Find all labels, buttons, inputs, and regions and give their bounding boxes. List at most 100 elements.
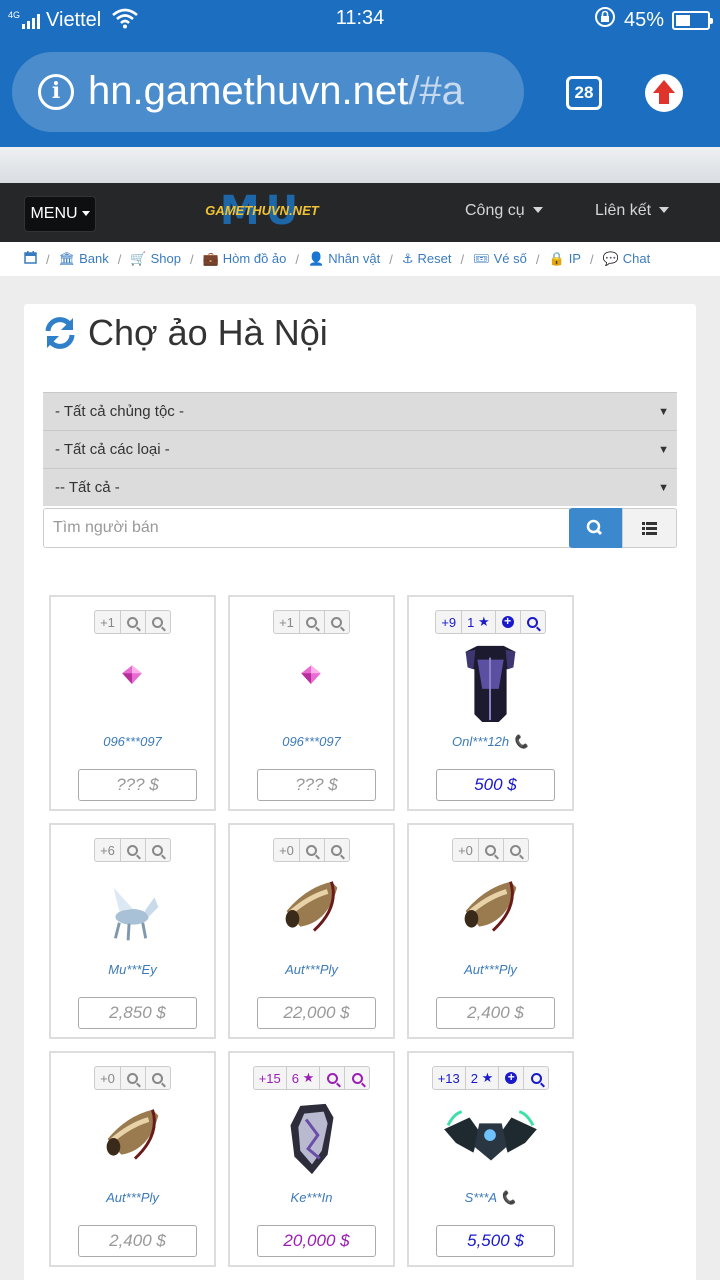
star-count: 1 <box>467 614 475 630</box>
item-card[interactable]: +13 2 ★ S***A 📞 5,500 $ <box>407 1051 574 1267</box>
zoom-in-icon[interactable] <box>519 610 546 634</box>
seller-name[interactable]: 096***097 <box>51 734 214 749</box>
breadcrumb-lottery[interactable]: 🎟 Vé số <box>473 251 527 267</box>
tab-switcher-button[interactable]: 28 <box>566 76 602 110</box>
page-title: Chợ ảo Hà Nội <box>42 312 328 354</box>
item-stars: 6 ★ <box>285 1066 321 1090</box>
zoom-in-icon[interactable] <box>144 1066 171 1090</box>
horn-icon <box>285 881 338 932</box>
search-icon[interactable] <box>119 610 146 634</box>
zoom-in-icon[interactable] <box>144 610 171 634</box>
item-card[interactable]: +0 Aut***Ply 2,400 $ <box>407 823 574 1039</box>
links-dropdown[interactable]: Liên kết <box>595 202 670 220</box>
item-card[interactable]: +6 Mu***Ey 2,850 $ <box>49 823 216 1039</box>
phone-icon: 📞 <box>512 734 529 749</box>
item-card[interactable]: +15 6 ★ Ke***In 20,000 $ <box>228 1051 395 1267</box>
refresh-icon[interactable] <box>42 315 78 351</box>
zoom-in-icon[interactable] <box>323 610 350 634</box>
breadcrumb-shop[interactable]: 🛒 Shop <box>130 251 181 267</box>
zoom-in-icon[interactable] <box>144 838 171 862</box>
seller-search-input[interactable] <box>43 508 570 548</box>
phone-icon: 📞 <box>500 1190 517 1205</box>
type-select[interactable]: - Tất cả các loại - ▼ <box>43 430 677 468</box>
seller-name[interactable]: Aut***Ply <box>230 962 393 977</box>
seller-name[interactable]: Aut***Ply <box>51 1190 214 1205</box>
status-bar: 4G Viettel 11:34 45% <box>0 4 720 34</box>
anchor-icon: ⚓ <box>401 251 414 266</box>
tools-dropdown[interactable]: Công cụ <box>465 202 543 220</box>
item-level: +6 <box>94 838 121 862</box>
url-host: hn.gamethuvn.net <box>88 69 409 113</box>
search-icon[interactable] <box>298 838 325 862</box>
price-box: 2,850 $ <box>78 997 197 1029</box>
seller-name[interactable]: Aut***Ply <box>409 962 572 977</box>
armor-icon <box>465 645 516 723</box>
menu-button[interactable]: MENU <box>24 196 96 232</box>
breadcrumb-bank[interactable]: 🏛 Bank <box>59 251 109 267</box>
search-icon[interactable] <box>319 1066 346 1090</box>
breadcrumb-label: Chat <box>622 251 651 266</box>
price-box: 20,000 $ <box>257 1225 376 1257</box>
site-logo[interactable]: MU GAMETHUVN.NET <box>190 191 334 231</box>
url-text[interactable]: hn.gamethuvn.net/#a <box>88 69 464 114</box>
user-icon: 👤 <box>308 251 325 266</box>
item-level: +9 <box>435 610 463 634</box>
item-card[interactable]: +0 Aut***Ply 22,000 $ <box>228 823 395 1039</box>
zoom-in-icon[interactable] <box>344 1066 371 1090</box>
address-bar[interactable]: i hn.gamethuvn.net/#a <box>12 52 524 132</box>
breadcrumb-reset[interactable]: ⚓ Reset <box>402 251 452 267</box>
price-box: 5,500 $ <box>436 1225 555 1257</box>
item-level: +0 <box>94 1066 121 1090</box>
price-box: ??? $ <box>257 769 376 801</box>
site-banner <box>0 147 720 183</box>
chat-icon: 💬 <box>602 251 619 266</box>
item-card[interactable]: +0 Aut***Ply 2,400 $ <box>49 1051 216 1267</box>
race-select[interactable]: - Tất cả chủng tộc - ▼ <box>43 392 677 430</box>
zoom-in-icon[interactable] <box>323 838 350 862</box>
item-level: +0 <box>273 838 300 862</box>
horn-icon <box>464 881 517 932</box>
add-icon[interactable] <box>498 1066 525 1090</box>
price-box: 2,400 $ <box>436 997 555 1029</box>
item-card[interactable]: +1 096***097 ??? $ <box>228 595 395 811</box>
item-card[interactable]: +9 1 ★ Onl***12h 📞 500 $ <box>407 595 574 811</box>
jewel-icon <box>122 665 142 684</box>
search-icon <box>586 519 603 536</box>
breadcrumb-character[interactable]: 👤 Nhân vật <box>308 251 380 267</box>
price-box: 2,400 $ <box>78 1225 197 1257</box>
breadcrumb-label: Vé số <box>493 251 527 266</box>
browser-chrome: 4G Viettel 11:34 45% i hn.gamethuvn.net/… <box>0 0 720 147</box>
seller-name[interactable]: 096***097 <box>230 734 393 749</box>
breadcrumb-ip[interactable]: 🔒 IP <box>549 251 581 267</box>
rotation-lock-icon <box>594 6 616 34</box>
chevron-down-icon <box>659 207 670 213</box>
seller-name[interactable]: Ke***In <box>230 1190 393 1205</box>
category-select[interactable]: -- Tất cả - ▼ <box>43 468 677 506</box>
zoom-in-icon[interactable] <box>502 838 529 862</box>
links-label: Liên kết <box>595 202 652 219</box>
breadcrumb-chat[interactable]: 💬 Chat <box>603 251 651 267</box>
item-card[interactable]: +1 096***097 ??? $ <box>49 595 216 811</box>
dropdown-arrow-icon: ▼ <box>658 406 669 418</box>
search-icon[interactable] <box>477 838 504 862</box>
breadcrumb-virtual-chest[interactable]: 💼 Hòm đồ ảo <box>203 251 287 267</box>
ticket-icon: 🎟 <box>473 251 490 266</box>
type-select-value: - Tất cả các loại - <box>55 441 170 458</box>
seller-name[interactable]: S***A 📞 <box>409 1190 572 1206</box>
category-select-value: -- Tất cả - <box>55 479 120 496</box>
search-button[interactable] <box>569 508 622 548</box>
breadcrumb-label: Reset <box>417 251 452 266</box>
calendar-icon[interactable] <box>24 251 37 267</box>
list-view-button[interactable] <box>622 508 677 548</box>
search-icon[interactable] <box>119 838 146 862</box>
site-info-icon[interactable]: i <box>38 74 74 110</box>
seller-name[interactable]: Onl***12h 📞 <box>409 734 572 750</box>
add-icon[interactable] <box>494 610 521 634</box>
search-icon[interactable] <box>298 610 325 634</box>
zoom-in-icon[interactable] <box>523 1066 550 1090</box>
upload-button[interactable] <box>645 74 683 112</box>
seller-name[interactable]: Mu***Ey <box>51 962 214 977</box>
item-stars: 1 ★ <box>461 610 496 634</box>
search-icon[interactable] <box>119 1066 146 1090</box>
star-count: 6 <box>291 1070 299 1086</box>
